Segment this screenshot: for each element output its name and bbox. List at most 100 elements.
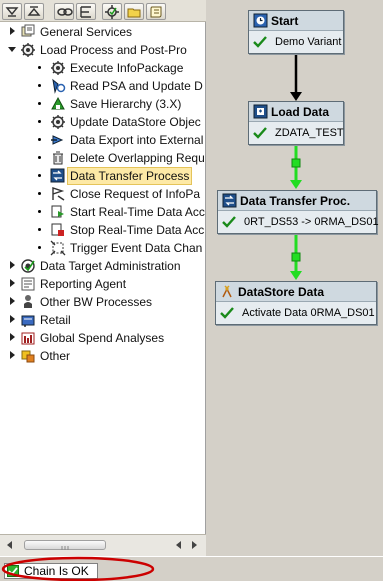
- tree-item-execute-infopackage[interactable]: Execute InfoPackage: [0, 59, 206, 77]
- expand-arrow-icon[interactable]: [8, 279, 16, 287]
- expand-arrow-icon[interactable]: [8, 315, 16, 323]
- tree-item-label: Other BW Processes: [40, 295, 153, 309]
- chain-connectors: [290, 55, 302, 280]
- tree-toolbar: [0, 0, 206, 22]
- tree-bullet: [38, 156, 41, 159]
- tree-item-load-process-and-post-pro[interactable]: Load Process and Post-Pro: [0, 41, 206, 59]
- tree-item-delete-overlapping-requ[interactable]: Delete Overlapping Requ: [0, 149, 206, 167]
- status-ok-icon: [7, 565, 19, 577]
- tree-item-read-psa-and-update-d[interactable]: Read PSA and Update D: [0, 77, 206, 95]
- tree-item-label: Reporting Agent: [40, 277, 127, 291]
- tree-bullet: [38, 210, 41, 213]
- tree-item-close-request-of-infopa[interactable]: Close Request of InfoPa: [0, 185, 206, 203]
- horizontal-scrollbar[interactable]: [0, 534, 206, 556]
- link-start-load-arrow: [290, 92, 302, 101]
- collapse-all-button[interactable]: [24, 3, 44, 20]
- node-start-title: Start: [271, 14, 299, 28]
- tree-item-data-transfer-process[interactable]: Data Transfer Process: [0, 167, 206, 185]
- process-type-tree-pane: General Services Load Process and Post-Pr…: [0, 0, 206, 556]
- hierarchy-icon: [80, 6, 91, 18]
- status-bar: Chain Is OK: [0, 556, 383, 581]
- tree-item-data-export-into-external[interactable]: Data Export into External: [0, 131, 206, 149]
- success-check-icon: [253, 127, 267, 139]
- link-load-dtp-handle[interactable]: [291, 158, 301, 168]
- hierarchy-filter-button[interactable]: [76, 3, 96, 20]
- trigger-icon: [50, 240, 66, 256]
- tree-item-label: Close Request of InfoPa: [70, 187, 201, 201]
- tree-item-label: Retail: [40, 313, 71, 327]
- node-dtp-header: Data Transfer Proc.: [218, 191, 376, 211]
- tree-item-label: Data Target Administration: [40, 259, 181, 273]
- expand-icon: [5, 7, 19, 17]
- services-icon: [21, 24, 35, 37]
- tree-item-general-services[interactable]: General Services: [0, 23, 206, 41]
- spend-icon: [21, 332, 35, 345]
- node-start-header: Start: [249, 11, 343, 31]
- link-dtp-dso-handle[interactable]: [291, 252, 301, 262]
- tree-item-stop-real-time-data-acc[interactable]: Stop Real-Time Data Acc: [0, 221, 206, 239]
- scrollbar-thumb[interactable]: [24, 540, 106, 550]
- close-request-icon: [52, 187, 65, 201]
- script-button[interactable]: [146, 3, 166, 20]
- settings-button[interactable]: [102, 3, 122, 20]
- chain-status-text: Chain Is OK: [24, 564, 89, 578]
- tree-item-save-hierarchy-3-x[interactable]: Save Hierarchy (3.X): [0, 95, 206, 113]
- link-button[interactable]: [54, 3, 74, 20]
- tree-item-other[interactable]: Other: [0, 347, 206, 365]
- scroll-right-icon[interactable]: [189, 540, 199, 550]
- start-icon: [253, 13, 268, 28]
- tree-item-label: General Services: [40, 25, 133, 39]
- tree-bullet: [38, 174, 41, 177]
- node-datastore-data[interactable]: DataStore Data Activate Data 0RMA_DS01: [215, 281, 377, 325]
- tree-item-label: Start Real-Time Data Acc: [70, 205, 205, 219]
- expand-arrow-icon[interactable]: [8, 333, 16, 341]
- tree-item-update-datastore-objec[interactable]: Update DataStore Objec: [0, 113, 206, 131]
- tree-item-retail[interactable]: Retail: [0, 311, 206, 329]
- expand-arrow-icon[interactable]: [8, 297, 16, 305]
- process-chain-canvas: Start Demo Variant Load Data ZDATA_TEST …: [208, 0, 383, 556]
- gear-icon: [51, 115, 65, 129]
- tree-item-other-bw-processes[interactable]: Other BW Processes: [0, 293, 206, 311]
- other-icon: [21, 350, 35, 363]
- node-load-data[interactable]: Load Data ZDATA_TEST: [248, 101, 344, 145]
- gear-icon: [51, 61, 65, 75]
- scroll-left-icon-right[interactable]: [174, 540, 184, 550]
- tree-item-global-spend-analyses[interactable]: Global Spend Analyses: [0, 329, 206, 347]
- tree-item-label: Data Export into External: [70, 133, 204, 147]
- tree-item-start-real-time-data-acc[interactable]: Start Real-Time Data Acc: [0, 203, 206, 221]
- start-realtime-icon: [51, 205, 64, 218]
- node-dtp-text: 0RT_DS53 -> 0RMA_DS01: [244, 216, 379, 228]
- read-psa-icon: [52, 78, 66, 94]
- tree-item-reporting-agent[interactable]: Reporting Agent: [0, 275, 206, 293]
- trash-icon: [53, 151, 63, 165]
- tree-item-label: Save Hierarchy (3.X): [70, 97, 182, 111]
- node-start[interactable]: Start Demo Variant: [248, 10, 344, 54]
- stop-realtime-icon: [51, 223, 64, 236]
- tree-item-label: Global Spend Analyses: [40, 331, 165, 345]
- chain-status-indicator[interactable]: Chain Is OK: [4, 563, 98, 579]
- expand-arrow-icon[interactable]: [8, 27, 16, 35]
- tree-item-trigger-event-data-chan[interactable]: Trigger Event Data Chan: [0, 239, 206, 257]
- settings-icon: [105, 5, 119, 19]
- expand-all-button[interactable]: [2, 3, 22, 20]
- target-icon: [21, 259, 35, 273]
- tree-item-label: Read PSA and Update D: [70, 79, 203, 93]
- tree-item-label: Data Transfer Process: [66, 167, 193, 185]
- tree-item-label: Update DataStore Objec: [70, 115, 201, 129]
- tree-bullet: [38, 102, 41, 105]
- node-load-data-title: Load Data: [271, 105, 330, 119]
- tree-item-label: Stop Real-Time Data Acc: [70, 223, 205, 237]
- gear-icon: [21, 43, 35, 57]
- tree-bullet: [38, 228, 41, 231]
- expand-arrow-icon[interactable]: [8, 261, 16, 269]
- node-data-transfer-process[interactable]: Data Transfer Proc. 0RT_DS53 -> 0RMA_DS0…: [217, 190, 379, 234]
- collapse-arrow-icon[interactable]: [8, 45, 16, 53]
- tree-bullet: [38, 120, 41, 123]
- expand-arrow-icon[interactable]: [8, 351, 16, 359]
- tree-item-data-target-administration[interactable]: Data Target Administration: [0, 257, 206, 275]
- scroll-left-icon[interactable]: [5, 540, 15, 550]
- tree-bullet: [38, 246, 41, 249]
- node-load-data-header: Load Data: [249, 102, 343, 122]
- folder-button[interactable]: [124, 3, 144, 20]
- node-start-variant: Demo Variant: [275, 36, 342, 48]
